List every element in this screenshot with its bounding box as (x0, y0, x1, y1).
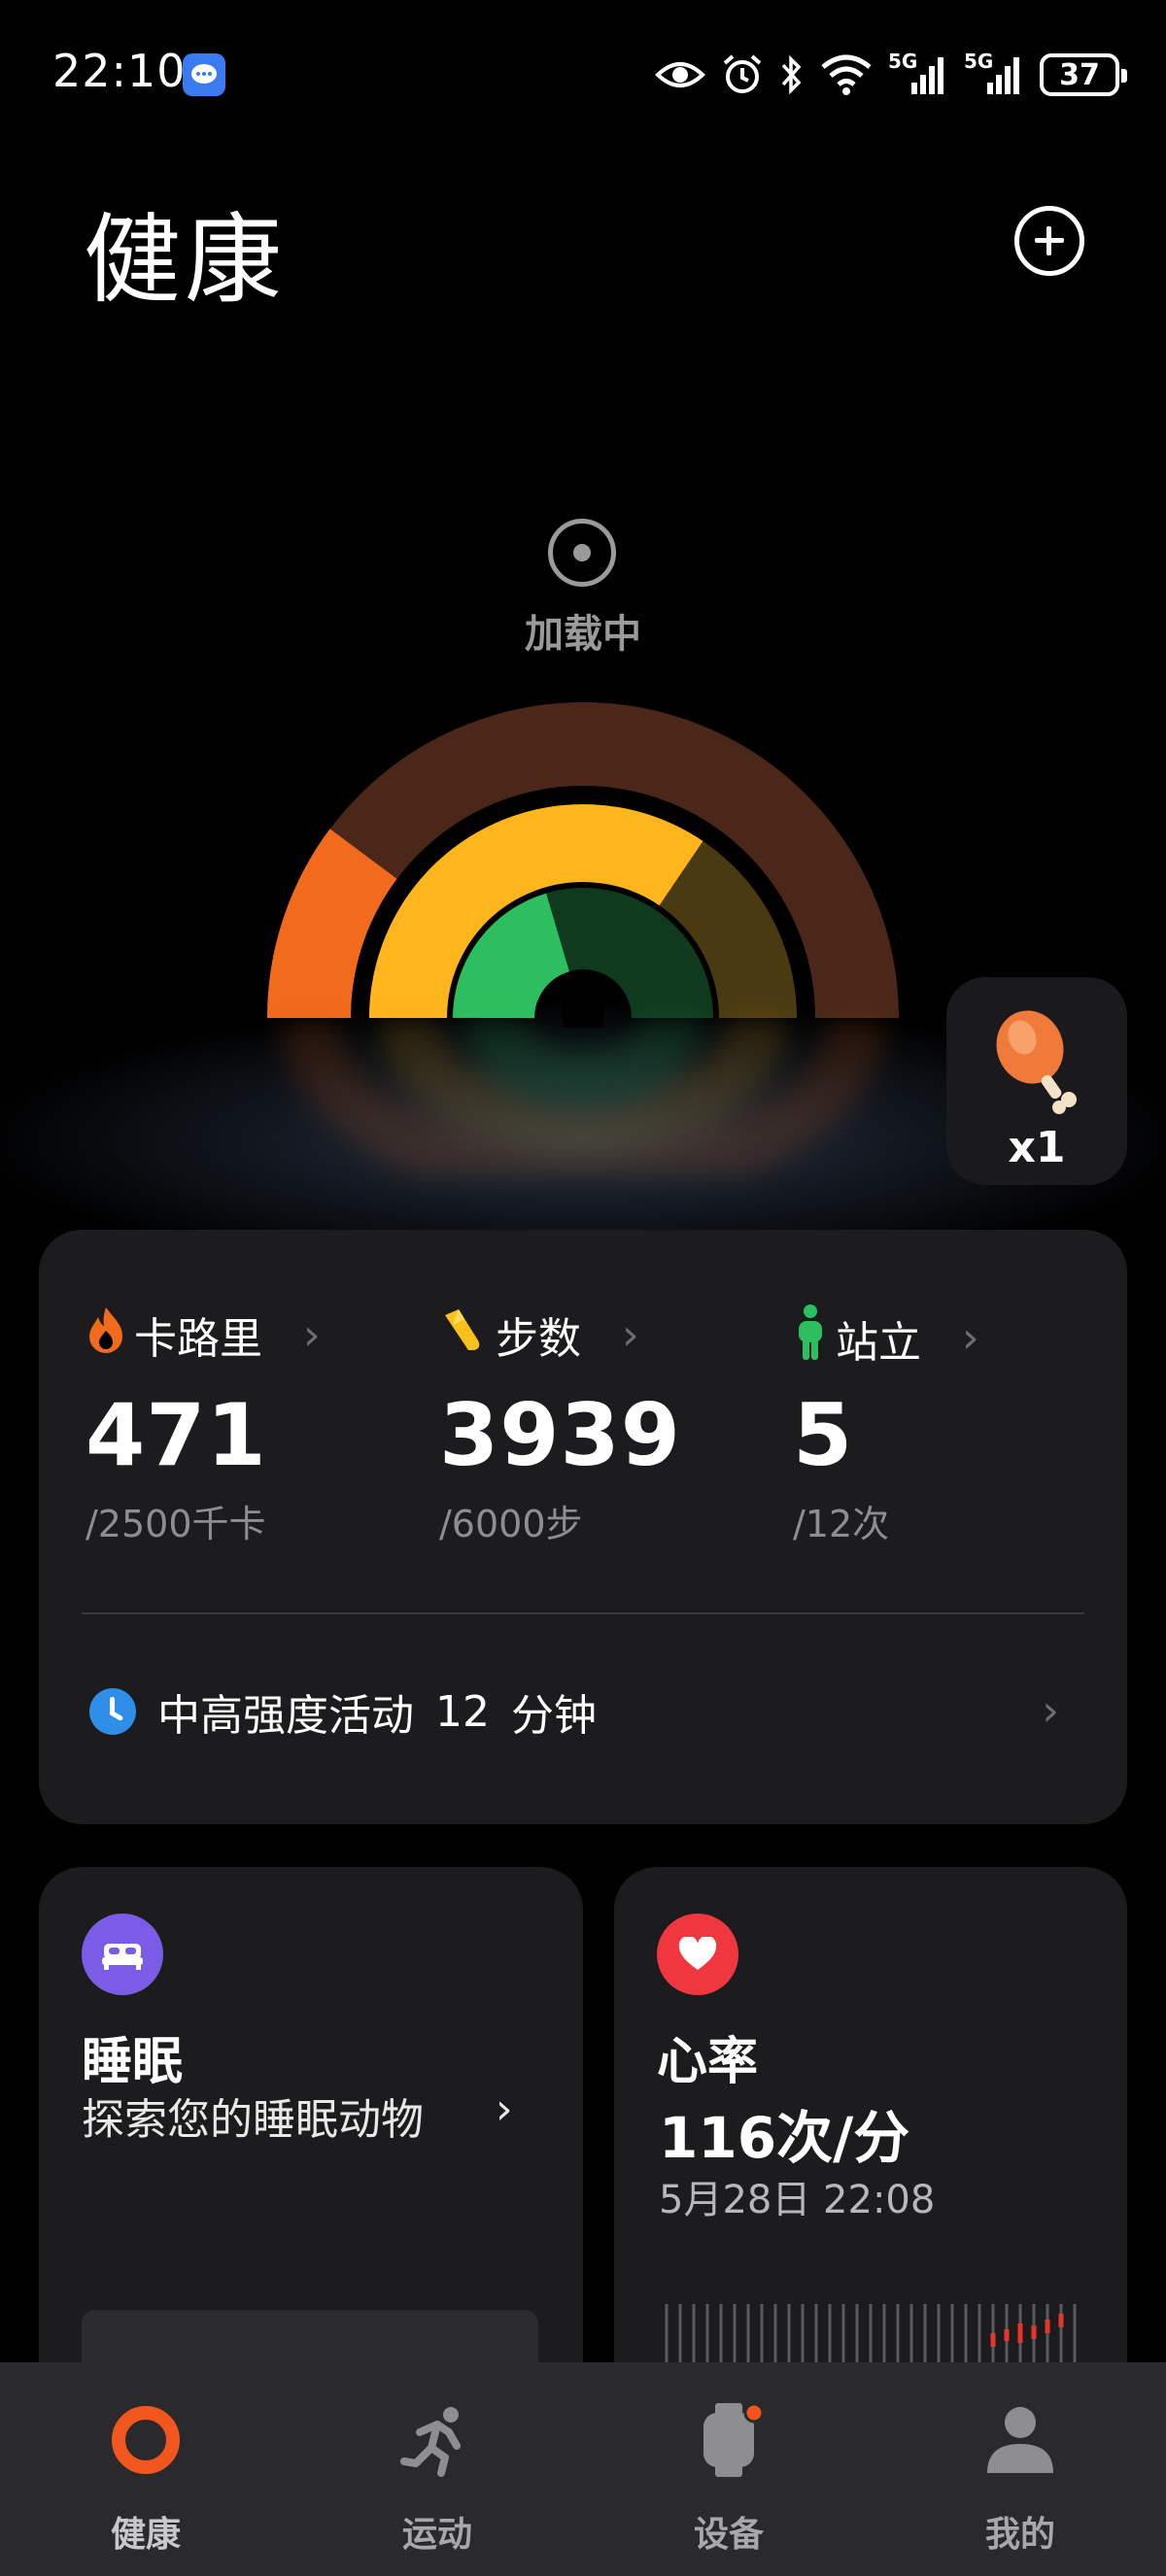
activity-card: 卡路里 › 471 /2500千卡 步数 › 3939 /6000步 站立 › … (39, 1230, 1127, 1824)
battery-level: 37 (1059, 57, 1100, 92)
heart-rate-value: 116次/分 (659, 2105, 910, 2171)
steps-label: 步数 (496, 1314, 581, 1364)
loading-icon (548, 519, 616, 587)
status-time: 22:10 (52, 45, 187, 97)
stand-value: 5 (793, 1385, 854, 1485)
bottom-nav: 健康 运动 设备 我的 (0, 2362, 1166, 2576)
intense-activity-label: 中高强度活动 (157, 1691, 414, 1741)
chevron-right-icon: › (1042, 1686, 1059, 1736)
calories-ring (266, 829, 397, 1019)
nav-exercise-label: 运动 (401, 2515, 472, 2555)
alarm-icon (721, 53, 764, 96)
shoe-icon (439, 1305, 488, 1365)
message-notification-icon (183, 53, 225, 96)
rings-reflection (280, 1020, 886, 1175)
stand-ring (453, 893, 571, 1020)
heart-icon (657, 1914, 738, 1995)
page-title: 健康 (84, 203, 286, 317)
profile-icon (983, 2403, 1057, 2477)
heart-rate-title: 心率 (657, 2033, 759, 2091)
calories-goal: /2500千卡 (86, 1503, 266, 1545)
chevron-right-icon: › (496, 2085, 513, 2134)
signal-2-icon: 5G (964, 50, 1024, 96)
reward-count: x1 (1008, 1123, 1066, 1172)
sleep-title: 睡眠 (82, 2033, 184, 2091)
heart-rate-timestamp: 5月28日 22:08 (659, 2178, 936, 2222)
nav-device-label: 设备 (693, 2515, 764, 2555)
chevron-right-icon: › (962, 1313, 979, 1363)
flame-icon (86, 1305, 126, 1365)
loading-text: 加载中 (525, 612, 641, 657)
calories-value: 471 (86, 1385, 267, 1485)
intense-activity-value: 12 (435, 1686, 490, 1737)
sleep-subtitle: 探索您的睡眠动物 (82, 2095, 424, 2145)
steps-goal: /6000步 (439, 1503, 583, 1545)
stand-label: 站立 (836, 1317, 921, 1368)
signal-1-icon: 5G (888, 50, 948, 96)
add-button[interactable] (1014, 206, 1084, 276)
intense-activity-row[interactable]: 中高强度活动 12 分钟 (89, 1680, 597, 1743)
chevron-right-icon: › (622, 1309, 639, 1360)
nav-exercise[interactable]: 运动 (292, 2362, 583, 2576)
watch-icon (692, 2402, 766, 2477)
wifi-icon (820, 53, 873, 96)
running-icon (400, 2403, 474, 2477)
reward-badge[interactable]: x1 (946, 977, 1127, 1185)
battery-icon: 37 (1040, 53, 1127, 96)
nav-health-label: 健康 (110, 2515, 181, 2555)
divider (82, 1612, 1084, 1614)
clock-icon (89, 1688, 136, 1735)
health-ring-icon (109, 2403, 183, 2477)
nav-device[interactable]: 设备 (583, 2362, 874, 2576)
bed-icon (82, 1914, 163, 1995)
stand-goal: /12次 (793, 1503, 890, 1545)
bluetooth-icon (779, 53, 805, 96)
standing-person-icon (793, 1304, 828, 1373)
eye-icon (655, 55, 705, 94)
nav-health[interactable]: 健康 (0, 2362, 292, 2576)
nav-me-label: 我的 (984, 2515, 1055, 2555)
status-bar: 22:10 5G 5G 37 (0, 0, 1166, 146)
intense-activity-unit: 分钟 (511, 1691, 597, 1741)
calories-label: 卡路里 (134, 1314, 262, 1364)
activity-rings[interactable] (262, 697, 904, 1028)
chevron-right-icon: › (303, 1309, 321, 1360)
nav-me[interactable]: 我的 (874, 2362, 1166, 2576)
steps-value: 3939 (439, 1385, 681, 1485)
drumstick-icon (991, 1006, 1082, 1119)
